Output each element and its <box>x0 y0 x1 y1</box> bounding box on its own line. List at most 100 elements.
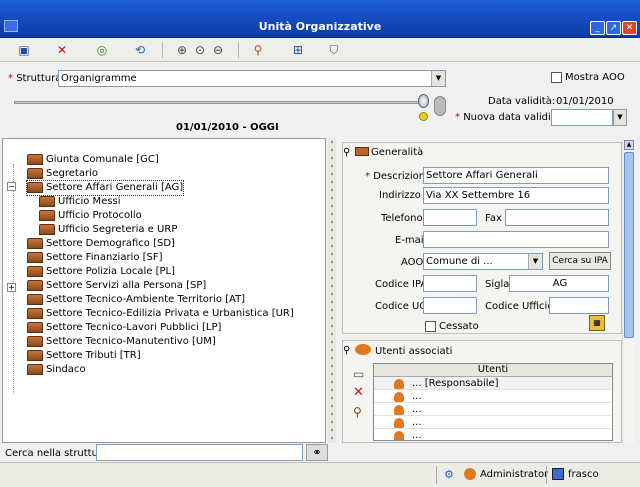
email-input[interactable] <box>423 231 609 248</box>
cerca-ipa-button[interactable]: Cerca su IPA <box>549 252 611 270</box>
status-user: Administrator <box>480 469 549 480</box>
codice-ipa-label: Codice IPA <box>375 279 428 290</box>
toolbar: ▣ ✕ ◎ ⟲ ⊕ ⊙ ⊖ ⚲ ⊞ ⛉ <box>0 38 640 62</box>
org-unit-icon <box>27 153 43 165</box>
mostra-aoo-label: Mostra AOO <box>565 72 625 83</box>
search-user-icon[interactable]: ⚲ <box>353 405 362 419</box>
org-unit-icon <box>27 321 43 333</box>
delete-icon[interactable]: ✕ <box>54 42 70 58</box>
data-validita-value: 01/01/2010 <box>556 96 614 107</box>
tree-node[interactable]: Giunta Comunale [GC] <box>27 153 159 167</box>
tree-node[interactable]: Settore Finanziario [SF] <box>27 251 163 265</box>
panel-splitter[interactable] <box>328 138 336 443</box>
user-icon <box>394 418 404 428</box>
user-name: ... <box>412 430 422 441</box>
vertical-scrollbar[interactable]: ▲ <box>622 138 635 443</box>
tree-node[interactable]: Ufficio Protocollo <box>39 209 142 223</box>
scrollbar-thumb[interactable] <box>624 152 634 338</box>
maximize-icon[interactable]: ↗ <box>606 21 621 35</box>
org-unit-icon <box>27 293 43 305</box>
calendar-icon[interactable]: ▦ <box>589 315 605 331</box>
fax-input[interactable] <box>505 209 609 226</box>
user-icon <box>394 379 404 389</box>
sigla-input[interactable]: AG <box>509 275 609 292</box>
validity-slider-track[interactable] <box>14 101 428 104</box>
org-unit-icon <box>27 279 43 291</box>
table-row[interactable]: ... <box>374 429 611 441</box>
org-unit-icon <box>27 181 43 193</box>
struttura-select[interactable]: Organigramme ▼ <box>58 70 446 87</box>
save-icon[interactable]: ▣ <box>16 42 32 58</box>
org-unit-icon <box>39 223 55 235</box>
descrizione-input[interactable]: Settore Affari Generali <box>423 167 609 184</box>
tree-node[interactable]: Settore Tecnico-Ambiente Territorio [AT] <box>27 293 245 307</box>
tree-node[interactable]: Settore Servizi alla Persona [SP] <box>27 279 206 293</box>
refresh-icon[interactable]: ◎ <box>94 42 110 58</box>
sigla-label: Sigla <box>485 279 510 290</box>
validity-slider-thumb[interactable] <box>418 94 429 108</box>
close-icon[interactable]: ✕ <box>622 21 637 35</box>
tree-node[interactable]: Settore Polizia Locale [PL] <box>27 265 175 279</box>
tree-node[interactable]: Settore Tecnico-Edilizia Privata e Urban… <box>27 307 294 321</box>
tree-node[interactable]: Settore Tecnico-Lavori Pubblici [LP] <box>27 321 221 335</box>
pin-icon[interactable]: ⚲ <box>343 147 350 158</box>
expand-icon[interactable]: + <box>7 283 16 292</box>
tree-node[interactable]: Segretario <box>27 167 98 181</box>
cessato-checkbox[interactable] <box>425 321 436 332</box>
zoom-in-icon[interactable]: ⊕ <box>174 42 190 58</box>
sync-icon[interactable]: ⟲ <box>132 42 148 58</box>
telefono-label: Telefono <box>381 213 423 224</box>
tree-node-selected[interactable]: Settore Affari Generali [AG] <box>25 180 185 196</box>
validity-toggle[interactable] <box>434 96 446 116</box>
nuova-data-input[interactable] <box>551 109 613 126</box>
binoculars-icon[interactable]: ⚭ <box>306 444 328 461</box>
utenti-grid: Utenti ... [Responsabile] ... ... ... ..… <box>373 363 613 441</box>
new-document-icon[interactable]: ▭ <box>353 367 364 381</box>
codice-ufficio-input[interactable] <box>549 297 609 314</box>
table-row[interactable]: ... <box>374 416 611 429</box>
org-unit-icon <box>27 251 43 263</box>
zoom-icon[interactable]: ⊙ <box>192 42 208 58</box>
user-name: ... <box>412 417 422 428</box>
users-icon <box>355 344 371 355</box>
descrizione-label: * Descrizione <box>365 171 432 182</box>
table-row[interactable]: ... [Responsabile] <box>374 377 611 390</box>
shield-icon[interactable]: ⛉ <box>326 42 342 58</box>
scroll-up-icon[interactable]: ▲ <box>624 140 634 150</box>
aoo-select[interactable]: Comune di ... ▼ <box>423 253 543 270</box>
indirizzo-input[interactable]: Via XX Settembre 16 <box>423 187 609 204</box>
table-row[interactable]: ... <box>374 403 611 416</box>
zoom-out-icon[interactable]: ⊖ <box>210 42 226 58</box>
user-name: ... <box>412 404 422 415</box>
table-row[interactable]: ... <box>374 390 611 403</box>
calendar-dropdown-icon[interactable]: ▼ <box>613 109 627 126</box>
tree-node[interactable]: Settore Tecnico-Manutentivo [UM] <box>27 335 216 349</box>
org-unit-icon <box>39 209 55 221</box>
org-unit-icon <box>27 349 43 361</box>
minimize-icon[interactable]: _ <box>590 21 605 35</box>
remove-user-icon[interactable]: ✕ <box>353 385 364 400</box>
tree-node[interactable]: Ufficio Messi <box>39 195 121 209</box>
org-chart-icon[interactable]: ⊞ <box>290 42 306 58</box>
codice-ipa-input[interactable] <box>423 275 477 292</box>
utenti-group: ⚲ Utenti associati ▭ ✕ ⚲ Utenti ... [Res… <box>342 340 622 443</box>
tree-node[interactable]: Settore Tributi [TR] <box>27 349 141 363</box>
network-icon: ⚙ <box>444 468 454 481</box>
telefono-input[interactable] <box>423 209 477 226</box>
title-bar: Unità Organizzative _ ↗ ✕ <box>0 0 640 38</box>
tree-node[interactable]: Ufficio Segreteria e URP <box>39 223 177 237</box>
utenti-column-header[interactable]: Utenti <box>374 364 612 377</box>
codice-uo-label: Codice UO <box>375 301 428 312</box>
pin-icon[interactable]: ⚲ <box>343 345 350 356</box>
collapse-icon[interactable]: − <box>7 182 16 191</box>
chevron-down-icon[interactable]: ▼ <box>431 71 445 86</box>
org-unit-icon <box>27 307 43 319</box>
codice-uo-input[interactable] <box>423 297 477 314</box>
mostra-aoo-checkbox[interactable] <box>551 72 562 83</box>
chevron-down-icon[interactable]: ▼ <box>528 254 542 269</box>
search-input[interactable] <box>96 444 303 461</box>
status-bar: ⚙ Administrator frasco <box>0 462 640 487</box>
tree-node[interactable]: Sindaco <box>27 363 86 377</box>
tree-node[interactable]: Settore Demografico [SD] <box>27 237 175 251</box>
users-search-icon[interactable]: ⚲ <box>250 42 266 58</box>
